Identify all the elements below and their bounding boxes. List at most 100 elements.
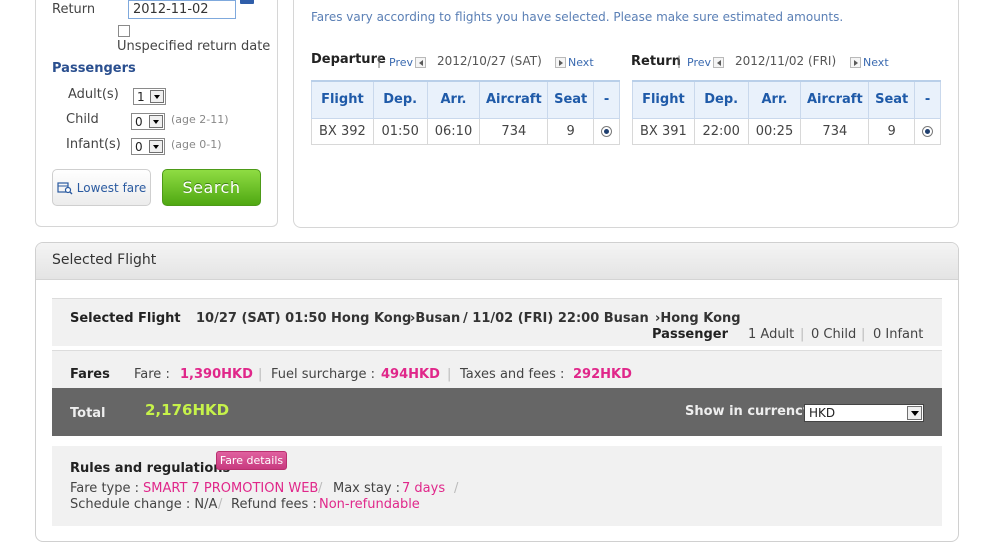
column-header: Arr. — [747, 80, 802, 119]
unspecified-return-label: Unspecified return date — [117, 39, 271, 54]
return-prev-link[interactable]: Prev — [687, 56, 724, 69]
taxes-label: Taxes and fees : — [460, 367, 565, 382]
fare-type-label: Fare type : — [70, 481, 139, 496]
next-label: Next — [863, 56, 889, 69]
chevron-down-icon[interactable] — [907, 406, 922, 420]
currency-select[interactable]: HKD — [804, 404, 924, 422]
flight-number: BX 391 — [632, 117, 695, 145]
column-header: - — [593, 80, 620, 119]
outbound-destination: ›Busan — [410, 311, 461, 326]
divider: | — [377, 54, 382, 68]
column-header: Arr. — [426, 80, 481, 119]
table-header-row: Flight Dep. Arr. Aircraft Seat - — [311, 80, 620, 119]
return-flight-table: Flight Dep. Arr. Aircraft Seat - BX 391 … — [632, 80, 941, 145]
inbound-destination: ›Hong Kong — [655, 311, 741, 326]
divider: / — [318, 481, 323, 496]
seats: 9 — [868, 117, 916, 145]
departure-time: 01:50 — [372, 117, 428, 145]
return-date-display: 2012/11/02 (FRI) — [735, 54, 837, 68]
passenger-label: Passenger — [652, 327, 729, 342]
chevron-down-icon[interactable] — [149, 140, 163, 153]
child-select[interactable]: 0 — [131, 113, 165, 130]
child-select-value: 0 — [135, 114, 143, 129]
column-header: - — [914, 80, 941, 119]
child-age-note: (age 2-11) — [171, 113, 229, 126]
inbound-summary: / 11/02 (FRI) 22:00 Busan — [463, 311, 649, 326]
chevron-right-icon — [850, 57, 861, 68]
table-row[interactable]: BX 391 22:00 00:25 734 9 — [632, 117, 941, 145]
aircraft: 734 — [800, 117, 870, 145]
column-header: Flight — [311, 80, 374, 119]
flight-number: BX 392 — [311, 117, 374, 145]
prev-label: Prev — [389, 56, 413, 69]
departure-next-link[interactable]: Next — [555, 56, 594, 69]
return-next-link[interactable]: Next — [850, 56, 889, 69]
infant-select[interactable]: 0 — [131, 138, 165, 155]
infant-count: 0 Infant — [873, 327, 924, 342]
return-date-input[interactable]: 2012-11-02 — [128, 0, 236, 19]
calendar-search-icon — [57, 181, 73, 194]
seats: 9 — [547, 117, 595, 145]
divider: | — [861, 327, 866, 342]
next-label: Next — [568, 56, 594, 69]
divider: | — [800, 327, 805, 342]
table-row[interactable]: BX 392 01:50 06:10 734 9 — [311, 117, 620, 145]
passengers-title: Passengers — [52, 61, 136, 76]
divider: | — [258, 367, 263, 382]
column-header: Aircraft — [479, 80, 549, 119]
unspecified-return-checkbox[interactable] — [118, 25, 130, 37]
aircraft: 734 — [479, 117, 549, 145]
column-header: Flight — [632, 80, 695, 119]
max-stay-value: 7 days — [402, 481, 446, 496]
infant-select-value: 0 — [135, 139, 143, 154]
search-button[interactable]: Search — [162, 169, 261, 206]
infant-age-note: (age 0-1) — [171, 138, 222, 151]
select-cell[interactable] — [593, 117, 620, 145]
fuel-surcharge-value: 494HKD — [381, 367, 440, 382]
chevron-down-icon[interactable] — [149, 115, 163, 128]
return-label: Return — [52, 2, 96, 17]
calendar-icon[interactable] — [240, 0, 254, 4]
flight-select-radio[interactable] — [601, 125, 613, 137]
departure-flight-table: Flight Dep. Arr. Aircraft Seat - BX 392 … — [311, 80, 620, 145]
total-label: Total — [70, 406, 106, 421]
divider: / — [454, 481, 459, 496]
child-label: Child — [66, 112, 99, 127]
outbound-summary: 10/27 (SAT) 01:50 Hong Kong — [196, 311, 412, 326]
column-header: Aircraft — [800, 80, 870, 119]
inbound-destination-text: Hong Kong — [660, 311, 741, 326]
fares-label: Fares — [70, 367, 110, 382]
currency-label: Show in currency — [685, 404, 812, 419]
chevron-right-icon — [555, 57, 566, 68]
departure-title: Departure — [311, 52, 386, 67]
chevron-down-icon[interactable] — [150, 90, 164, 103]
lowest-fare-button[interactable]: Lowest fare — [52, 169, 151, 206]
schedule-change: Schedule change : N/A — [70, 497, 218, 512]
infant-label: Infant(s) — [66, 137, 121, 152]
adults-label: Adult(s) — [68, 87, 119, 102]
fare-details-button[interactable]: Fare details — [216, 451, 287, 470]
fare-value: 1,390HKD — [180, 367, 253, 382]
refund-label: Refund fees : — [231, 497, 317, 512]
departure-date: 2012/10/27 (SAT) — [437, 54, 542, 68]
select-cell[interactable] — [914, 117, 941, 145]
column-header: Seat — [547, 80, 595, 119]
departure-time: 22:00 — [693, 117, 749, 145]
flight-select-radio[interactable] — [922, 125, 934, 137]
column-header: Dep. — [693, 80, 749, 119]
lowest-fare-label: Lowest fare — [76, 180, 147, 195]
chevron-left-icon — [713, 57, 724, 68]
column-header: Seat — [868, 80, 916, 119]
fuel-surcharge-label: Fuel surcharge : — [271, 367, 376, 382]
outbound-destination-text: Busan — [415, 311, 461, 326]
divider: / — [218, 497, 223, 512]
selected-flight-label: Selected Flight — [70, 311, 181, 326]
fare-type-value: SMART 7 PROMOTION WEB — [143, 481, 319, 496]
departure-prev-link[interactable]: Prev — [389, 56, 426, 69]
section-header — [36, 243, 958, 280]
fare-notice: Fares vary according to flights you have… — [311, 10, 844, 24]
prev-label: Prev — [687, 56, 711, 69]
return-title: Return — [631, 54, 681, 69]
adults-select[interactable]: 1 — [133, 88, 166, 105]
section-title: Selected Flight — [52, 252, 157, 268]
